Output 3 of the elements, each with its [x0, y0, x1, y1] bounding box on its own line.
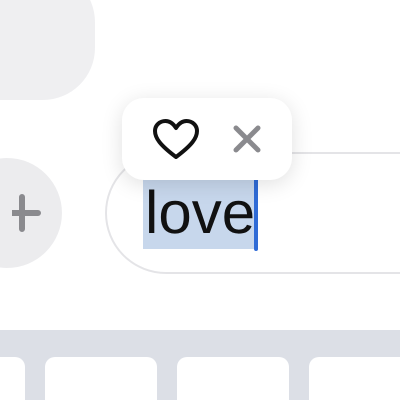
plus-icon [12, 193, 42, 233]
heart-icon[interactable] [152, 118, 200, 160]
close-icon[interactable] [232, 124, 262, 154]
